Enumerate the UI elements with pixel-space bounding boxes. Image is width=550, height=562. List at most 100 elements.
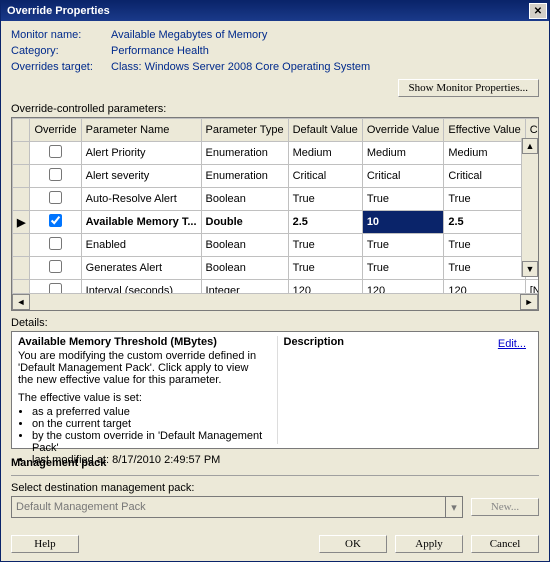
- details-title: Available Memory Threshold (MBytes): [18, 336, 267, 348]
- footer: Help OK Apply Cancel: [1, 527, 549, 561]
- row-indicator: ▶: [13, 211, 30, 234]
- row-indicator: [13, 234, 30, 257]
- scroll-right-icon[interactable]: ►: [520, 294, 538, 310]
- default-value-cell: 120: [288, 280, 362, 294]
- effective-value-cell: True: [444, 188, 525, 211]
- row-indicator: [13, 165, 30, 188]
- titlebar[interactable]: Override Properties ✕: [1, 1, 549, 21]
- new-mp-button[interactable]: New...: [471, 498, 539, 516]
- param-type-cell: Enumeration: [201, 165, 288, 188]
- monitor-name-label: Monitor name:: [11, 29, 111, 41]
- override-checkbox-cell[interactable]: [30, 142, 81, 165]
- management-pack-select[interactable]: Default Management Pack ▾: [11, 496, 463, 518]
- override-value-cell[interactable]: 120: [362, 280, 444, 294]
- param-name-cell[interactable]: Interval (seconds): [81, 280, 201, 294]
- apply-button[interactable]: Apply: [395, 535, 463, 553]
- cancel-button[interactable]: Cancel: [471, 535, 539, 553]
- grid-label: Override-controlled parameters:: [11, 103, 539, 115]
- param-name-cell[interactable]: Enabled: [81, 234, 201, 257]
- table-row[interactable]: Interval (seconds)Integer120120120[No ch…: [13, 280, 539, 294]
- param-type-cell: Boolean: [201, 234, 288, 257]
- param-name-cell[interactable]: Available Memory T...: [81, 211, 201, 234]
- override-value-cell[interactable]: 10: [362, 211, 444, 234]
- change-status-cell: [No change]: [525, 280, 538, 294]
- effective-value-cell: True: [444, 257, 525, 280]
- override-checkbox[interactable]: [49, 191, 62, 204]
- table-row[interactable]: Alert severityEnumerationCriticalCritica…: [13, 165, 539, 188]
- details-bullets: as a preferred valueon the current targe…: [18, 406, 267, 466]
- help-button[interactable]: Help: [11, 535, 79, 553]
- close-icon[interactable]: ✕: [529, 3, 547, 19]
- details-label: Details:: [11, 317, 539, 329]
- parameters-grid: Override Parameter Name Parameter Type D…: [11, 117, 539, 311]
- default-value-cell: 2.5: [288, 211, 362, 234]
- override-checkbox[interactable]: [49, 260, 62, 273]
- ok-button[interactable]: OK: [319, 535, 387, 553]
- management-pack-selected: Default Management Pack: [16, 501, 146, 513]
- override-checkbox-cell[interactable]: [30, 211, 81, 234]
- row-indicator: [13, 280, 30, 294]
- overrides-target-label: Overrides target:: [11, 61, 111, 73]
- scroll-up-icon[interactable]: ▲: [522, 138, 538, 154]
- param-name-cell[interactable]: Auto-Resolve Alert: [81, 188, 201, 211]
- override-checkbox[interactable]: [49, 283, 62, 293]
- param-type-cell: Double: [201, 211, 288, 234]
- param-name-cell[interactable]: Alert severity: [81, 165, 201, 188]
- override-checkbox-cell[interactable]: [30, 280, 81, 294]
- override-checkbox-cell[interactable]: [30, 188, 81, 211]
- param-type-cell: Boolean: [201, 188, 288, 211]
- override-checkbox[interactable]: [49, 214, 62, 227]
- default-value-cell: True: [288, 257, 362, 280]
- override-checkbox[interactable]: [49, 237, 62, 250]
- chevron-down-icon[interactable]: ▾: [445, 497, 462, 517]
- effective-value-cell: 2.5: [444, 211, 525, 234]
- vertical-scrollbar[interactable]: ▲ ▼: [521, 138, 538, 277]
- effective-value-cell: Medium: [444, 142, 525, 165]
- row-indicator: [13, 142, 30, 165]
- col-param-name[interactable]: Parameter Name: [81, 119, 201, 142]
- table-row[interactable]: Alert PriorityEnumerationMediumMediumMed…: [13, 142, 539, 165]
- param-type-cell: Integer: [201, 280, 288, 294]
- effective-value-cell: True: [444, 234, 525, 257]
- col-effective-value[interactable]: Effective Value: [444, 119, 525, 142]
- overrides-target-value: Class: Windows Server 2008 Core Operatin…: [111, 61, 539, 73]
- override-value-cell[interactable]: True: [362, 188, 444, 211]
- col-override[interactable]: Override: [30, 119, 81, 142]
- effective-value-cell: Critical: [444, 165, 525, 188]
- effective-value-cell: 120: [444, 280, 525, 294]
- table-row[interactable]: Generates AlertBooleanTrueTrueTrue[No ch…: [13, 257, 539, 280]
- override-checkbox-cell[interactable]: [30, 257, 81, 280]
- horizontal-scrollbar[interactable]: ◄ ►: [12, 293, 538, 310]
- override-checkbox-cell[interactable]: [30, 234, 81, 257]
- row-indicator: [13, 188, 30, 211]
- table-row[interactable]: ▶Available Memory T...Double2.5102.5[Mod…: [13, 211, 539, 234]
- param-name-cell[interactable]: Alert Priority: [81, 142, 201, 165]
- param-name-cell[interactable]: Generates Alert: [81, 257, 201, 280]
- default-value-cell: Critical: [288, 165, 362, 188]
- table-row[interactable]: Auto-Resolve AlertBooleanTrueTrueTrue[No…: [13, 188, 539, 211]
- edit-description-link[interactable]: Edit...: [498, 338, 526, 350]
- scroll-down-icon[interactable]: ▼: [522, 261, 538, 277]
- window-title: Override Properties: [7, 5, 110, 17]
- override-checkbox-cell[interactable]: [30, 165, 81, 188]
- default-value-cell: True: [288, 234, 362, 257]
- details-panel: Available Memory Threshold (MBytes) You …: [11, 331, 539, 449]
- monitor-name-value: Available Megabytes of Memory: [111, 29, 539, 41]
- table-row[interactable]: EnabledBooleanTrueTrueTrue[No change]: [13, 234, 539, 257]
- param-type-cell: Enumeration: [201, 142, 288, 165]
- override-properties-dialog: Override Properties ✕ Monitor name: Avai…: [0, 0, 550, 562]
- show-monitor-properties-button[interactable]: Show Monitor Properties...: [398, 79, 539, 97]
- override-value-cell[interactable]: True: [362, 257, 444, 280]
- col-override-value[interactable]: Override Value: [362, 119, 444, 142]
- col-param-type[interactable]: Parameter Type: [201, 119, 288, 142]
- override-value-cell[interactable]: True: [362, 234, 444, 257]
- override-checkbox[interactable]: [49, 145, 62, 158]
- scroll-left-icon[interactable]: ◄: [12, 294, 30, 310]
- override-value-cell[interactable]: Critical: [362, 165, 444, 188]
- override-checkbox[interactable]: [49, 168, 62, 181]
- col-default-value[interactable]: Default Value: [288, 119, 362, 142]
- default-value-cell: Medium: [288, 142, 362, 165]
- override-value-cell[interactable]: Medium: [362, 142, 444, 165]
- details-body2: The effective value is set:: [18, 392, 267, 404]
- description-label: Description: [284, 336, 533, 348]
